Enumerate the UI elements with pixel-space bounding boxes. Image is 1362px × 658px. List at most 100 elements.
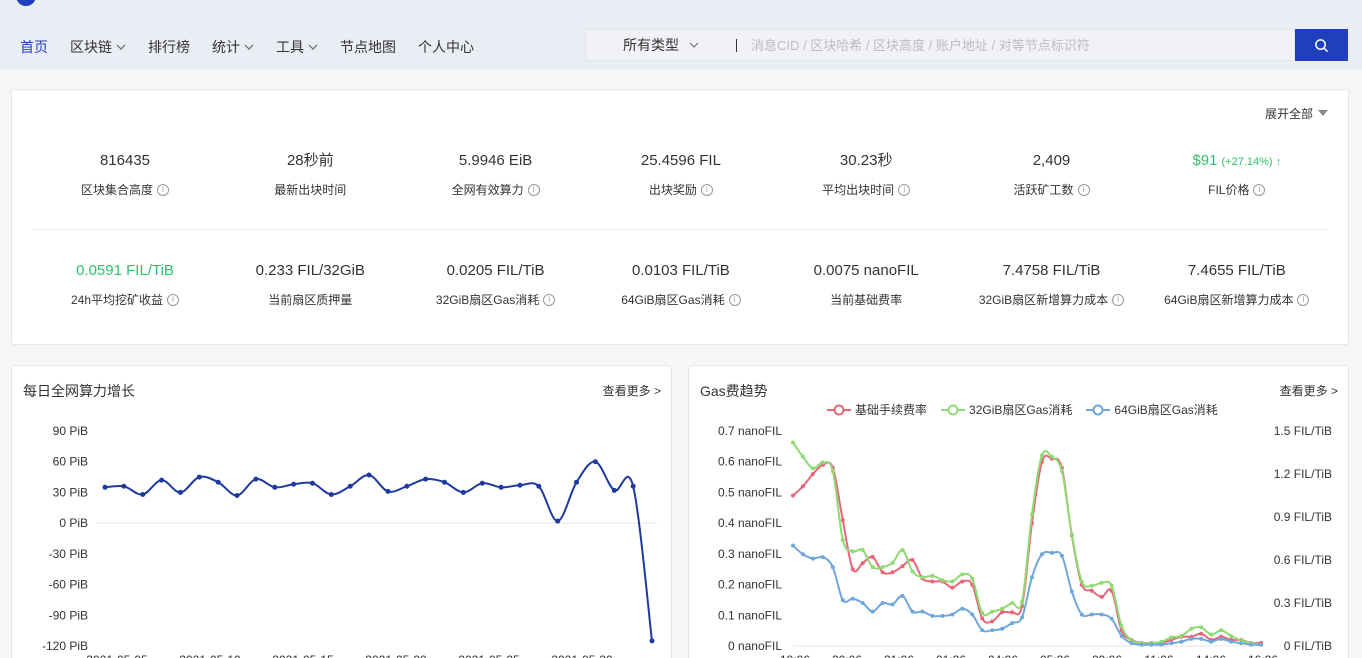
data-point bbox=[1089, 583, 1094, 588]
data-point bbox=[870, 554, 875, 559]
data-point bbox=[328, 491, 334, 497]
data-point bbox=[1109, 616, 1114, 621]
info-icon[interactable]: i bbox=[167, 293, 180, 306]
data-point bbox=[910, 569, 915, 574]
stat-label: FIL价格 i bbox=[1144, 181, 1330, 198]
data-point bbox=[1259, 642, 1263, 647]
stat-label: 64GiB扇区Gas消耗 i bbox=[588, 291, 774, 308]
stat-value: 0.0075 nanoFIL bbox=[773, 261, 959, 281]
y-left-tick-label: 0 nanoFIL bbox=[728, 639, 782, 653]
y-left-tick-label: 0.4 nanoFIL bbox=[718, 516, 782, 530]
info-icon[interactable]: i bbox=[898, 183, 911, 196]
search-button[interactable] bbox=[1295, 29, 1348, 61]
stat-row2-5: 7.4758 FIL/TiB 32GiB扇区新增算力成本 i bbox=[959, 261, 1145, 308]
x-tick-label: 2021-05-15 bbox=[272, 653, 334, 658]
data-point bbox=[810, 466, 815, 471]
data-point bbox=[1109, 583, 1114, 588]
info-icon[interactable]: i bbox=[1297, 293, 1310, 306]
info-icon[interactable]: i bbox=[728, 293, 741, 306]
data-point bbox=[800, 484, 805, 489]
nav-item-label: 工具 bbox=[276, 39, 304, 55]
search-icon bbox=[1315, 38, 1329, 52]
network-stats-card: 展开全部 816435 区块集合高度 i 28秒前 最新出块时间 5.9946 EiB 全网… bbox=[11, 89, 1349, 345]
data-point bbox=[880, 565, 885, 570]
stat-row2-6: 7.4655 FIL/TiB 64GiB扇区新增算力成本 i bbox=[1144, 261, 1330, 308]
data-point bbox=[649, 638, 655, 644]
data-point bbox=[1089, 612, 1094, 617]
data-point bbox=[850, 549, 855, 554]
data-point bbox=[900, 547, 905, 552]
data-point bbox=[910, 609, 915, 614]
gas-series-line-1 bbox=[792, 441, 1262, 646]
stat-label-text: 区块集合高度 bbox=[80, 183, 153, 197]
data-point bbox=[1000, 610, 1005, 615]
expand-all-toggle[interactable]: 展开全部 bbox=[1265, 105, 1328, 122]
nav-item-6[interactable]: 个人中心 bbox=[418, 37, 474, 57]
data-point bbox=[800, 552, 805, 557]
data-point bbox=[970, 612, 975, 617]
text-caret bbox=[736, 38, 737, 52]
info-icon[interactable]: i bbox=[543, 293, 556, 306]
data-point bbox=[1169, 635, 1174, 640]
nav-item-label: 区块链 bbox=[70, 39, 112, 55]
info-icon[interactable]: i bbox=[1077, 183, 1090, 196]
expand-all-label: 展开全部 bbox=[1264, 107, 1313, 121]
nav-item-5[interactable]: 节点地图 bbox=[340, 37, 396, 57]
stat-value: $91 (+27.14%) ↑ bbox=[1144, 151, 1330, 171]
chevron-down-icon bbox=[116, 44, 126, 50]
data-point bbox=[870, 609, 875, 614]
data-point bbox=[1049, 550, 1054, 555]
stat-value: 5.9946 EiB bbox=[403, 151, 589, 171]
data-point bbox=[930, 573, 935, 578]
info-icon[interactable]: i bbox=[700, 183, 713, 196]
stat-label-text: 全网有效算力 bbox=[451, 183, 524, 197]
stat-value: 25.4596 FIL bbox=[588, 151, 774, 171]
stat-value-text: 2,409 bbox=[1032, 152, 1071, 169]
y-tick-label: 30 PiB bbox=[53, 485, 88, 499]
stat-label-text: 最新出块时间 bbox=[274, 183, 347, 197]
logo[interactable] bbox=[16, 0, 36, 6]
x-tick-label: 2021-05-20 bbox=[365, 653, 427, 658]
y-right-tick-label: 0.3 FIL/TiB bbox=[1274, 596, 1332, 610]
search-type-select[interactable]: 所有类型 bbox=[586, 30, 736, 60]
data-point bbox=[272, 484, 278, 490]
data-point bbox=[140, 491, 146, 497]
stat-label: 32GiB扇区Gas消耗 i bbox=[403, 291, 589, 308]
chevron-down-icon bbox=[244, 44, 254, 50]
data-point bbox=[196, 474, 202, 480]
nav-item-3[interactable]: 统计 bbox=[212, 37, 254, 57]
stat-label: 平均出块时间 i bbox=[773, 181, 959, 198]
y-tick-label: 0 PiB bbox=[59, 516, 88, 530]
info-icon[interactable]: i bbox=[527, 183, 540, 196]
stat-row1-3: 25.4596 FIL 出块奖励 i bbox=[588, 151, 774, 198]
data-point bbox=[555, 518, 561, 524]
data-point bbox=[1029, 512, 1034, 517]
gas-trend-chart: 0.7 nanoFIL 0.6 nanoFIL 0.5 nanoFIL 0.4 nan… bbox=[718, 424, 1332, 658]
data-point bbox=[810, 472, 815, 476]
x-tick-label: 2021-05-05 bbox=[86, 653, 148, 658]
data-point bbox=[890, 602, 895, 607]
stat-label: 32GiB扇区新增算力成本 i bbox=[959, 291, 1145, 308]
search-bar: 所有类型 bbox=[585, 29, 1295, 61]
y-tick-label: 60 PiB bbox=[53, 455, 88, 469]
stat-value-text: 0.0205 FIL/TiB bbox=[446, 262, 545, 279]
data-point bbox=[1199, 625, 1204, 630]
nav-item-4[interactable]: 工具 bbox=[276, 37, 318, 57]
nav-item-0[interactable]: 首页 bbox=[20, 37, 48, 57]
data-point bbox=[1199, 636, 1204, 641]
nav-item-1[interactable]: 区块链 bbox=[70, 37, 126, 57]
stat-value: 816435 bbox=[32, 151, 218, 171]
nav-item-2[interactable]: 排行榜 bbox=[148, 37, 190, 57]
data-point bbox=[840, 518, 845, 523]
info-icon[interactable]: i bbox=[1112, 293, 1125, 306]
data-point bbox=[517, 482, 523, 488]
nav-item-label: 排行榜 bbox=[148, 39, 190, 55]
stat-row1-0: 816435 区块集合高度 i bbox=[32, 151, 218, 198]
info-icon[interactable]: i bbox=[1253, 183, 1266, 196]
info-icon[interactable]: i bbox=[157, 183, 169, 196]
stat-label: 区块集合高度 i bbox=[32, 181, 218, 198]
data-point bbox=[930, 613, 935, 618]
data-point bbox=[920, 575, 925, 580]
search-input[interactable] bbox=[751, 37, 1294, 53]
data-point bbox=[1169, 641, 1174, 646]
